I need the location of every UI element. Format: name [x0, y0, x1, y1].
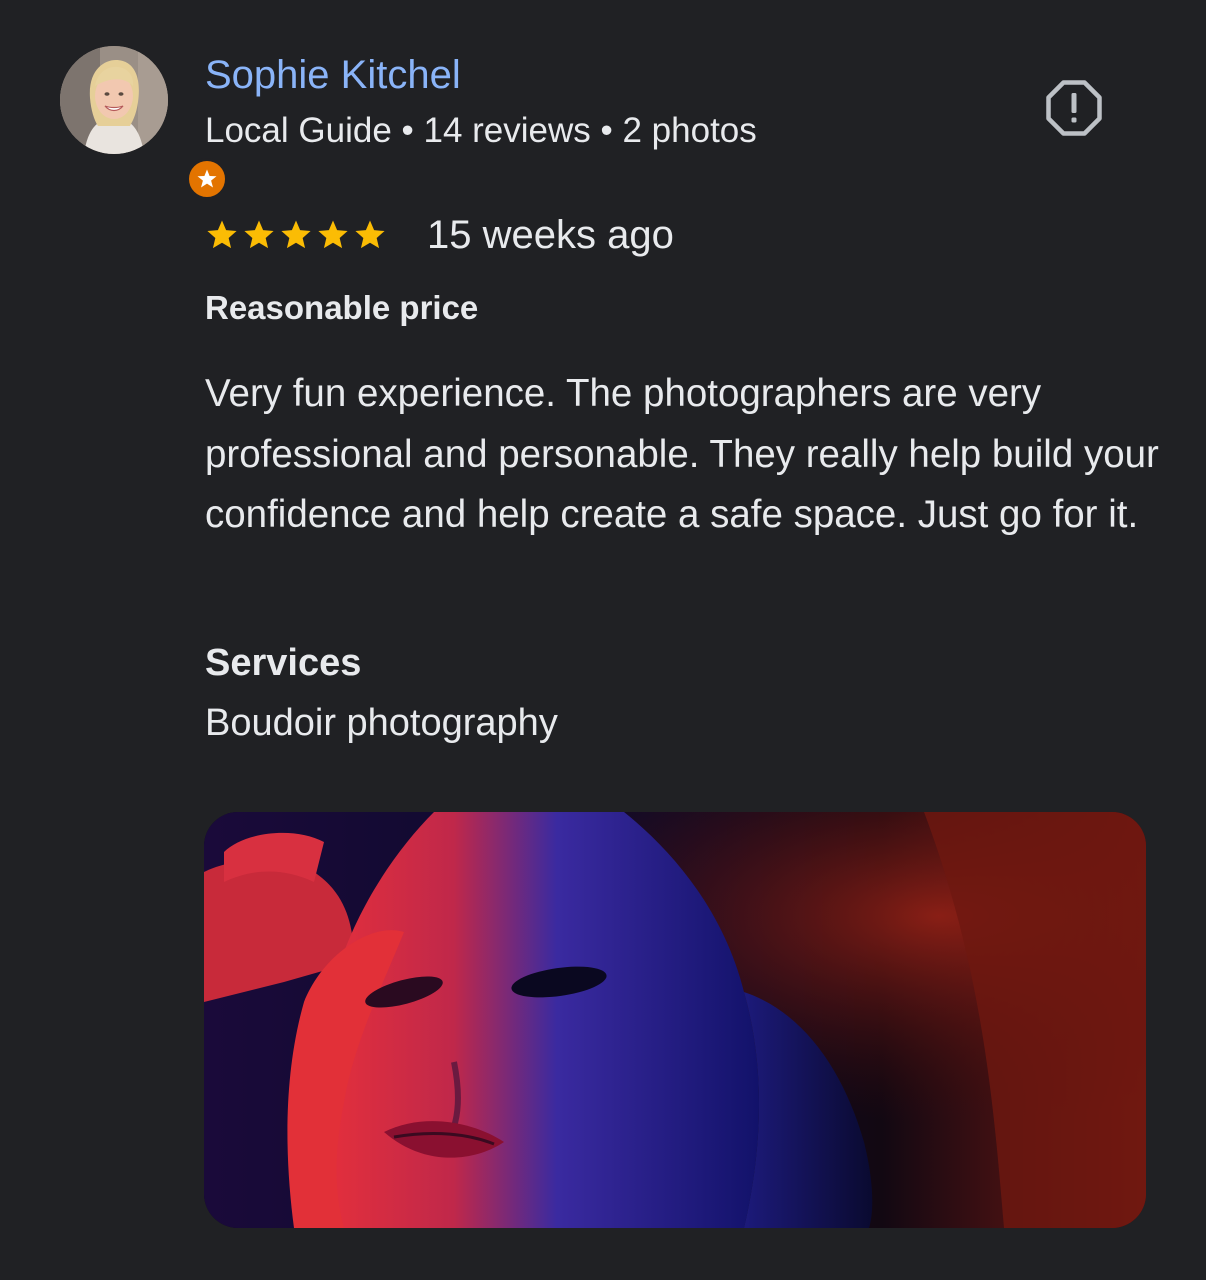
report-icon [1046, 80, 1102, 136]
review-highlight: Reasonable price [205, 289, 479, 326]
review-time: 15 weeks ago [427, 212, 674, 257]
services-title: Services [205, 642, 362, 684]
star-icon [318, 220, 348, 249]
review-photo[interactable] [204, 812, 1146, 1228]
star-rating [205, 218, 387, 252]
star-icon [207, 220, 237, 249]
star-icon [281, 220, 311, 249]
reviewer-meta: Local Guide • 14 reviews • 2 photos [205, 111, 757, 150]
report-button[interactable] [1044, 78, 1104, 138]
local-guide-star-icon [186, 158, 228, 200]
review-text: Very fun experience. The photographers a… [205, 372, 1159, 536]
review-card: Sophie Kitchel Local Guide • 14 reviews … [0, 0, 1206, 1280]
star-icon [355, 220, 385, 249]
rating-row: 15 weeks ago [205, 210, 674, 260]
avatar-photo [60, 46, 168, 154]
avatar[interactable] [60, 46, 228, 200]
services-value: Boudoir photography [205, 702, 558, 744]
star-icon [244, 220, 274, 249]
reviewer-name[interactable]: Sophie Kitchel [205, 52, 461, 98]
